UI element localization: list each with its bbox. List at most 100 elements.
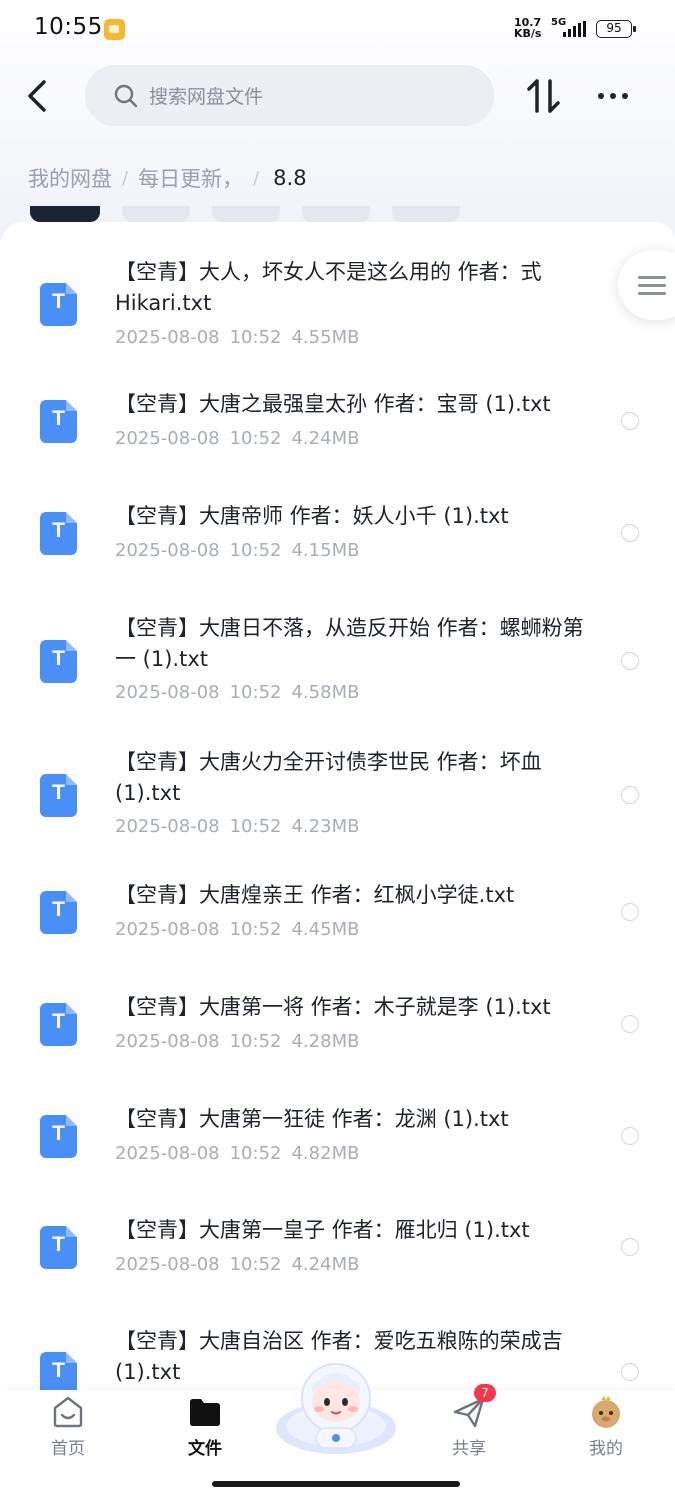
file-size: 4.24MB xyxy=(291,1254,360,1275)
txt-file-icon: T xyxy=(40,1003,77,1046)
file-time: 10:52 xyxy=(229,327,282,348)
nav-share-label: 共享 xyxy=(452,1439,486,1459)
list-item[interactable]: T 【空青】大唐第一皇子 作者：雁北归 (1).txt 2025-08-08 10… xyxy=(2,1212,675,1312)
nav-home-label: 首页 xyxy=(51,1439,85,1459)
notification-icon xyxy=(104,19,125,40)
file-name: 【空青】大唐煌亲王 作者：红枫小学徒.txt xyxy=(115,883,515,907)
battery-icon: 95 xyxy=(596,20,636,38)
nav-home[interactable]: 首页 xyxy=(23,1390,113,1470)
file-meta: 2025-08-08 10:52 4.58MB xyxy=(115,682,369,703)
breadcrumb-folder[interactable]: 每日更新， xyxy=(138,163,243,193)
txt-file-icon: T xyxy=(40,891,77,934)
file-time: 10:52 xyxy=(229,1031,282,1052)
file-time: 10:52 xyxy=(229,816,282,837)
list-item[interactable]: T 【空青】大唐煌亲王 作者：红枫小学徒.txt 2025-08-08 10:52… xyxy=(2,877,675,977)
file-time: 10:52 xyxy=(229,682,282,703)
share-badge: 7 xyxy=(474,1384,496,1402)
file-date: 2025-08-08 xyxy=(115,327,220,348)
back-arrow-icon xyxy=(28,80,46,112)
nav-files-label: 文件 xyxy=(188,1439,222,1459)
file-size: 4.15MB xyxy=(291,540,360,561)
network-speed: 10.7 KB/s xyxy=(514,17,548,39)
breadcrumb-separator: / xyxy=(253,167,260,189)
list-item[interactable]: T 【空青】大唐帝师 作者：妖人小千 (1).txt 2025-08-08 10:… xyxy=(2,498,675,598)
nav-share[interactable]: 7 共享 xyxy=(424,1384,514,1470)
file-date: 2025-08-08 xyxy=(115,1031,220,1052)
txt-file-icon: T xyxy=(40,640,77,683)
breadcrumb-root[interactable]: 我的网盘 xyxy=(28,163,112,193)
home-icon xyxy=(53,1396,83,1428)
list-item[interactable]: T 【空青】大人，坏女人不是这么用的 作者：式Hikari.txt 2025-0… xyxy=(2,252,675,362)
txt-file-icon: T xyxy=(40,1352,77,1390)
select-radio[interactable] xyxy=(621,1015,639,1033)
list-item[interactable]: T 【空青】大唐第一将 作者：木子就是李 (1).txt 2025-08-08 1… xyxy=(2,989,675,1089)
txt-file-icon: T xyxy=(40,283,77,326)
file-name: 【空青】大唐第一狂徒 作者：龙渊 (1).txt xyxy=(115,1107,509,1131)
select-radio[interactable] xyxy=(621,1127,639,1145)
file-list: T 【空青】大人，坏女人不是这么用的 作者：式Hikari.txt 2025-0… xyxy=(2,222,675,1390)
file-name: 【空青】大唐日不落，从造反开始 作者：螺蛳粉第一 (1).txt xyxy=(115,616,584,671)
txt-file-icon: T xyxy=(40,774,77,817)
list-item[interactable]: T 【空青】大唐之最强皇太孙 作者：宝哥 (1).txt 2025-08-08 1… xyxy=(2,386,675,486)
file-size: 4.55MB xyxy=(291,327,360,348)
file-time: 10:52 xyxy=(229,919,282,940)
select-radio[interactable] xyxy=(621,786,639,804)
file-size: 4.28MB xyxy=(291,1031,360,1052)
select-radio[interactable] xyxy=(621,1363,639,1381)
nav-mine[interactable]: 我的 xyxy=(561,1390,651,1470)
back-button[interactable] xyxy=(20,76,60,116)
file-date: 2025-08-08 xyxy=(115,540,220,561)
file-size: 4.23MB xyxy=(291,816,360,837)
file-name: 【空青】大人，坏女人不是这么用的 作者：式Hikari.txt xyxy=(115,260,542,315)
status-bar: 10:55 10.7 KB/s 5G 95 xyxy=(0,0,675,60)
file-meta: 2025-08-08 10:52 4.24MB xyxy=(115,1254,369,1275)
home-indicator[interactable] xyxy=(212,1481,460,1487)
file-date: 2025-08-08 xyxy=(115,816,220,837)
sort-button[interactable] xyxy=(523,75,565,117)
list-item[interactable]: T 【空青】大唐日不落，从造反开始 作者：螺蛳粉第一 (1).txt 2025-… xyxy=(2,610,675,720)
select-radio[interactable] xyxy=(621,524,639,542)
file-name: 【空青】大唐第一皇子 作者：雁北归 (1).txt xyxy=(115,1218,530,1242)
file-time: 10:52 xyxy=(229,540,282,561)
file-meta: 2025-08-08 10:52 4.28MB xyxy=(115,1031,369,1052)
select-radio[interactable] xyxy=(621,652,639,670)
ai-assistant-mascot[interactable] xyxy=(272,1356,400,1456)
file-time: 10:52 xyxy=(229,1143,282,1164)
txt-file-icon: T xyxy=(40,1226,77,1269)
txt-file-icon: T xyxy=(40,400,77,443)
folder-icon xyxy=(190,1399,220,1426)
nav-mine-label: 我的 xyxy=(589,1439,623,1459)
select-radio[interactable] xyxy=(621,1238,639,1256)
file-time: 10:52 xyxy=(229,1254,282,1275)
list-item[interactable]: T 【空青】大唐火力全开讨债李世民 作者：坏血(1).txt 2025-08-0… xyxy=(2,744,675,854)
txt-file-icon: T xyxy=(40,1115,77,1158)
avatar xyxy=(592,1396,620,1428)
file-name: 【空青】大唐帝师 作者：妖人小千 (1).txt xyxy=(115,504,509,528)
filter-chips xyxy=(30,206,460,222)
more-dots-icon xyxy=(598,93,604,99)
file-meta: 2025-08-08 10:52 4.24MB xyxy=(115,428,369,449)
file-meta: 2025-08-08 10:52 4.82MB xyxy=(115,1143,369,1164)
file-size: 4.24MB xyxy=(291,428,360,449)
file-name: 【空青】大唐之最强皇太孙 作者：宝哥 (1).txt xyxy=(115,392,551,416)
file-size: 4.58MB xyxy=(291,682,360,703)
breadcrumb-separator: / xyxy=(122,167,129,189)
file-size: 4.82MB xyxy=(291,1143,360,1164)
more-button[interactable] xyxy=(592,84,634,108)
nav-files[interactable]: 文件 xyxy=(160,1390,250,1470)
file-meta: 2025-08-08 10:52 4.45MB xyxy=(115,919,369,940)
list-item[interactable]: T 【空青】大唐第一狂徒 作者：龙渊 (1).txt 2025-08-08 10:… xyxy=(2,1101,675,1201)
file-date: 2025-08-08 xyxy=(115,682,220,703)
status-time: 10:55 xyxy=(34,14,103,40)
search-placeholder: 搜索网盘文件 xyxy=(149,86,264,108)
txt-file-icon: T xyxy=(40,512,77,555)
select-radio[interactable] xyxy=(621,412,639,430)
breadcrumb: 我的网盘 / 每日更新， / 8.8 xyxy=(28,163,307,193)
file-meta: 2025-08-08 10:52 4.15MB xyxy=(115,540,369,561)
breadcrumb-current: 8.8 xyxy=(273,166,307,190)
signal-icon: 5G xyxy=(551,17,589,39)
search-input[interactable]: 搜索网盘文件 xyxy=(85,65,494,126)
select-radio[interactable] xyxy=(621,903,639,921)
file-name: 【空青】大唐火力全开讨债李世民 作者：坏血(1).txt xyxy=(115,750,542,805)
file-date: 2025-08-08 xyxy=(115,919,220,940)
